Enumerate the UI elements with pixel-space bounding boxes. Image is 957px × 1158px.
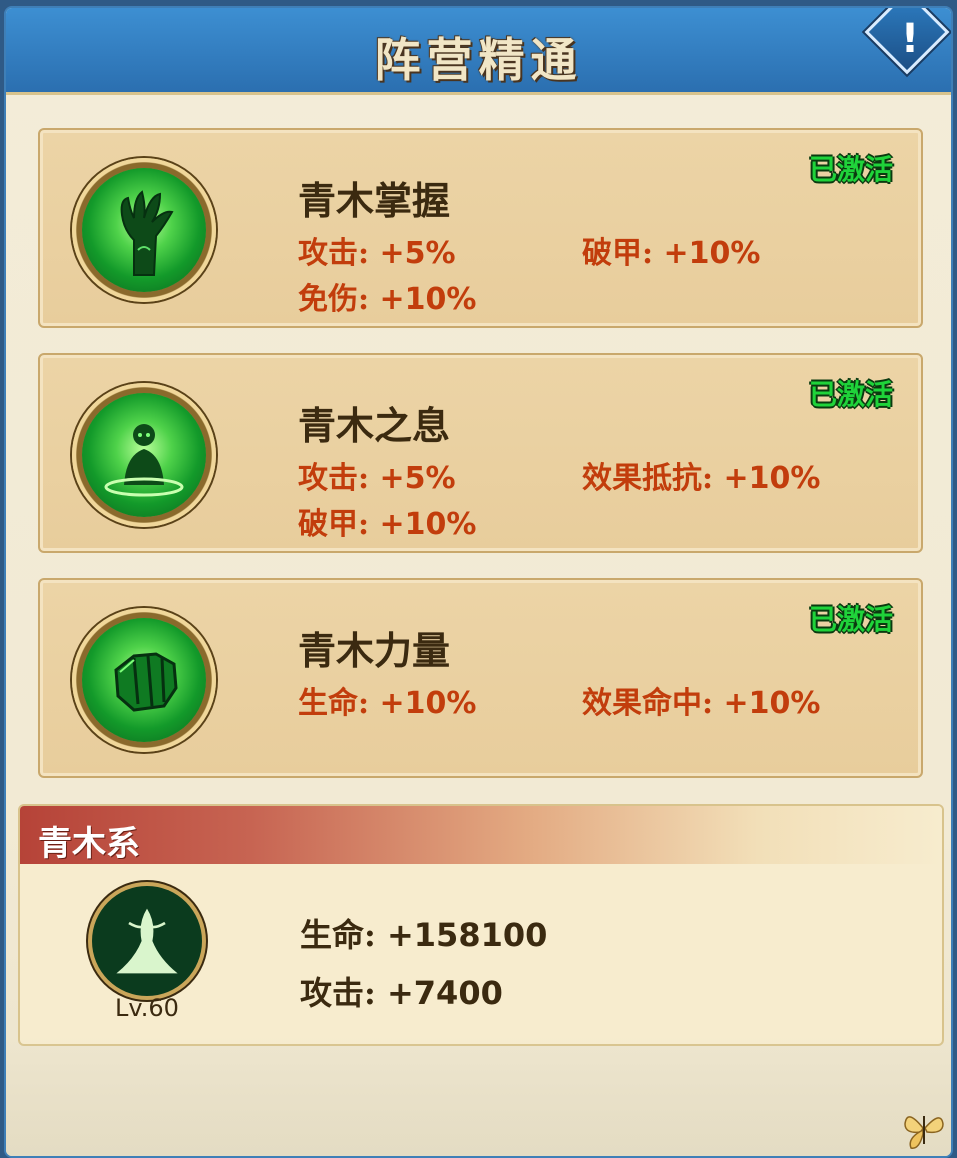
mastery-panel: 阵营精通 ! 已激活 青木掌握 攻击: +5% 破甲: +10% 免伤: +10… (4, 6, 953, 1158)
faction-stat-hp: 生命: +158100 (300, 916, 548, 954)
exclamation-icon[interactable]: ! (897, 16, 923, 62)
page-title: 阵营精通 (374, 33, 583, 87)
skill-name: 青木掌握 (298, 178, 451, 223)
mastery-card-3[interactable]: 已激活 青木力量 生命: +10% 效果命中: +10% (38, 578, 923, 778)
faction-summary: 青木系 Lv.60 生命: +158100 攻击: +7400 (18, 804, 944, 1046)
faction-level: Lv.60 (115, 994, 179, 1022)
stat-effect-resist: 效果抵抗: +10% (582, 461, 821, 496)
status-badge: 已激活 (808, 153, 893, 186)
faction-stat-attack: 攻击: +7400 (300, 974, 503, 1012)
faction-header: 青木系 (20, 806, 942, 864)
skill-name: 青木力量 (298, 628, 451, 673)
stat-damage-reduction: 免伤: +10% (298, 282, 477, 317)
background-landscape (6, 1036, 951, 1156)
stat-armor-break: 破甲: +10% (582, 236, 761, 271)
stat-effect-hit: 效果命中: +10% (582, 686, 821, 721)
panel-header: 阵营精通 (6, 8, 951, 95)
faction-title: 青木系 (38, 824, 140, 864)
stat-attack: 攻击: +5% (298, 236, 456, 271)
status-badge: 已激活 (808, 378, 893, 411)
stat-hp: 生命: +10% (298, 686, 477, 721)
fist-icon (72, 608, 216, 752)
meditating-monk-icon (72, 383, 216, 527)
skill-name: 青木之息 (298, 403, 451, 448)
claw-hand-icon (72, 158, 216, 302)
stat-attack: 攻击: +5% (298, 461, 456, 496)
mastery-card-1[interactable]: 已激活 青木掌握 攻击: +5% 破甲: +10% 免伤: +10% (38, 128, 923, 328)
tree-icon (92, 886, 202, 996)
butterfly-icon (904, 1116, 944, 1149)
status-badge: 已激活 (808, 603, 893, 636)
stat-armor-break: 破甲: +10% (298, 507, 477, 542)
mastery-card-2[interactable]: 已激活 青木之息 攻击: +5% 效果抵抗: +10% 破甲: +10% (38, 353, 923, 553)
